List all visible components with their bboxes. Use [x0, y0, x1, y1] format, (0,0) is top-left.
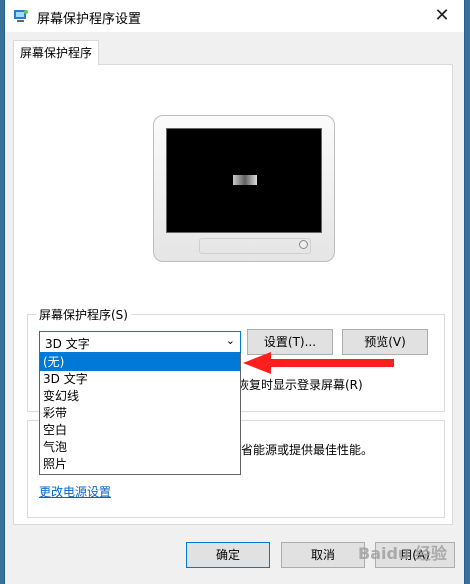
screensaver-group-label: 屏幕保护程序(S) — [36, 306, 131, 323]
screensaver-dropdown-list: (无) 3D 文字 变幻线 彩带 空白 气泡 照片 — [39, 353, 241, 475]
baidu-watermark: Baidu 经验 — [358, 544, 447, 563]
dropdown-option-3d-text[interactable]: 3D 文字 — [40, 371, 240, 388]
monitor-base — [199, 238, 311, 254]
preview-3d-text — [233, 175, 257, 185]
dropdown-option-bubbles[interactable]: 气泡 — [40, 439, 240, 456]
window-title: 屏幕保护程序设置 — [37, 12, 142, 27]
dialog-body: 屏幕保护程序 屏幕保护程序(S) 3D 文字 ⌄ 设置(T)... 预览(V) … — [5, 32, 464, 584]
dropdown-option-mystify[interactable]: 变幻线 — [40, 388, 240, 405]
resume-login-label[interactable]: 恢复时显示登录屏幕(R) — [237, 376, 363, 393]
title-bar: 屏幕保护程序设置 ✕ — [5, 0, 464, 32]
close-icon[interactable]: ✕ — [420, 0, 464, 32]
screensaver-select-value: 3D 文字 — [45, 337, 90, 351]
preview-screen — [166, 128, 322, 233]
dropdown-option-none[interactable]: (无) — [40, 354, 240, 371]
power-led-icon — [299, 240, 308, 249]
chevron-down-icon: ⌄ — [225, 334, 235, 347]
dropdown-option-blank[interactable]: 空白 — [40, 422, 240, 439]
monitor-preview — [153, 115, 335, 262]
change-power-settings-link[interactable]: 更改电源设置 — [39, 483, 111, 500]
screensaver-settings-window: 屏幕保护程序设置 ✕ 屏幕保护程序 屏幕保护程序(S) 3D 文字 ⌄ 设置(T… — [4, 0, 465, 584]
screensaver-select[interactable]: 3D 文字 ⌄ — [39, 331, 241, 353]
dropdown-option-ribbons[interactable]: 彩带 — [40, 405, 240, 422]
cancel-button[interactable]: 取消 — [281, 542, 365, 568]
tab-screensaver[interactable]: 屏幕保护程序 — [13, 40, 99, 65]
power-description-text: 省能源或提供最佳性能。 — [241, 443, 374, 457]
dropdown-option-photos[interactable]: 照片 — [40, 456, 240, 473]
screensaver-app-icon — [14, 10, 28, 22]
ok-button[interactable]: 确定 — [186, 542, 270, 568]
red-arrow-annotation — [243, 352, 394, 374]
